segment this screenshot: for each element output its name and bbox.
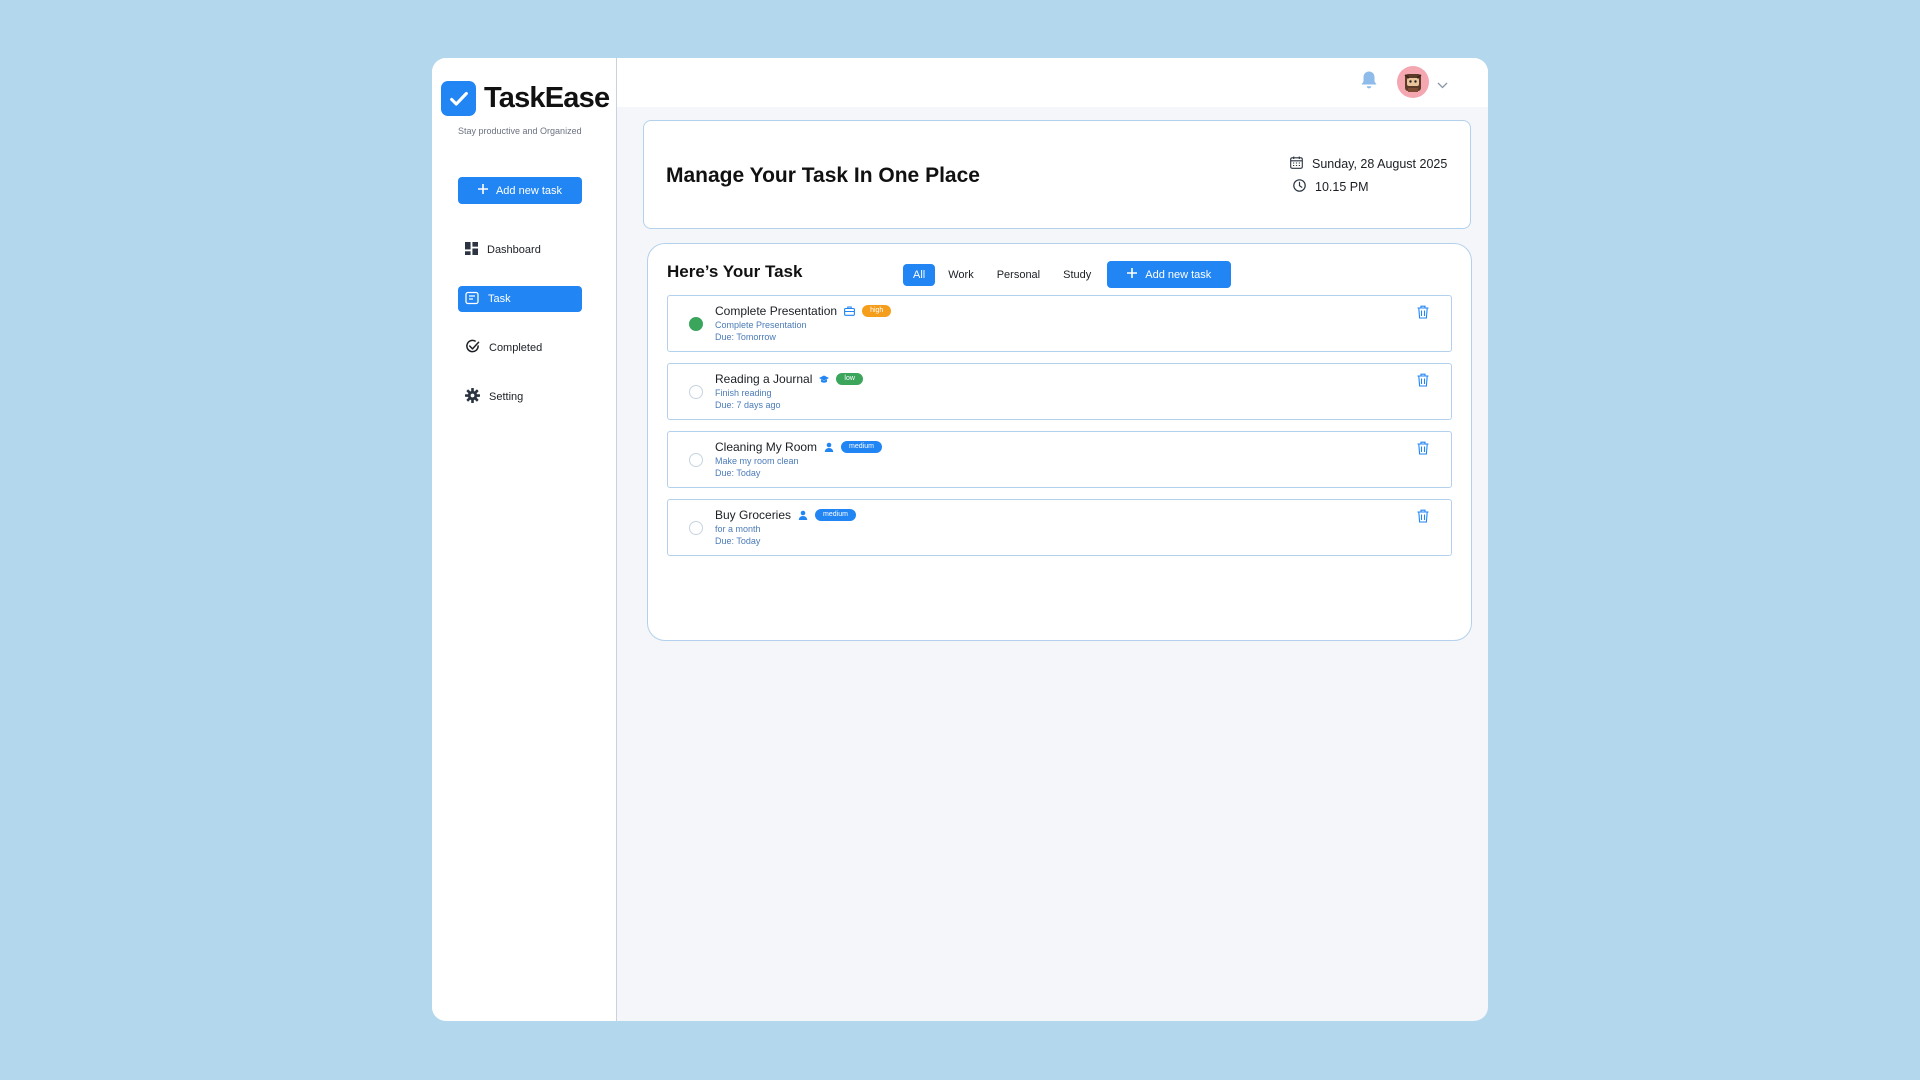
tasks-heading: Here’s Your Task [667,262,803,281]
trash-icon[interactable] [1417,305,1429,324]
main-content: Manage Your Task In One Place Sunday, 28… [617,58,1488,1021]
task-info: Complete Presentation high Complete Pres… [715,304,892,342]
task-description: Make my room clean [715,456,799,466]
person-icon [798,510,808,520]
task-row[interactable]: Buy Groceries medium for a month Due: To… [667,499,1452,556]
task-due: Due: Today [715,468,761,478]
tasks-panel: Here’s Your Task All Work Personal Study… [647,243,1472,641]
logo: TaskEase [441,81,610,116]
plus-icon [1127,268,1138,281]
task-checkbox[interactable] [689,317,703,331]
app-window: TaskEase Stay productive and Organized A… [432,58,1488,1021]
priority-badge: low [836,373,863,385]
check-circle-icon [465,339,480,357]
task-title-line: Complete Presentation high [715,304,892,318]
page-title: Manage Your Task In One Place [666,164,980,187]
plus-icon [477,184,488,197]
logo-check-icon [441,81,476,116]
app-tagline: Stay productive and Organized [458,126,582,136]
add-task-label: Add new task [1145,268,1212,281]
briefcase-icon [844,306,856,316]
header-card: Manage Your Task In One Place Sunday, 28… [643,120,1471,229]
priority-badge: medium [841,441,882,453]
chevron-down-icon[interactable] [1437,76,1448,94]
sidebar-item-dashboard[interactable]: Dashboard [458,237,582,263]
task-list: Complete Presentation high Complete Pres… [667,295,1452,567]
filter-personal[interactable]: Personal [987,264,1050,286]
task-due: Due: Tomorrow [715,332,776,342]
task-row[interactable]: Complete Presentation high Complete Pres… [667,295,1452,352]
sidebar-item-label: Task [488,293,511,305]
task-icon [465,291,479,308]
task-title-line: Cleaning My Room medium [715,440,882,454]
task-title: Reading a Journal [715,372,813,386]
task-row[interactable]: Reading a Journal low Finish reading Due… [667,363,1452,420]
task-filter-bar: All Work Personal Study Add new task [903,261,1232,288]
calendar-icon [1290,156,1303,172]
task-title-line: Buy Groceries medium [715,508,856,522]
filter-all[interactable]: All [903,263,936,286]
sidebar-nav: Dashboard Task Completed Setting [458,237,582,433]
time-text: 10.15 PM [1315,180,1369,194]
filter-work[interactable]: Work [938,264,983,286]
task-title: Buy Groceries [715,508,792,522]
dashboard-icon [465,242,478,258]
task-checkbox[interactable] [689,453,703,467]
gear-icon [465,388,480,406]
task-description: Complete Presentation [715,320,807,330]
trash-icon[interactable] [1417,441,1429,460]
sidebar-item-label: Dashboard [487,244,541,256]
user-avatar[interactable] [1397,66,1429,98]
current-time: 10.15 PM [1293,179,1369,195]
sidebar-item-setting[interactable]: Setting [458,384,582,410]
task-title: Cleaning My Room [715,440,818,454]
task-checkbox[interactable] [689,521,703,535]
task-info: Reading a Journal low Finish reading Due… [715,372,863,410]
clock-icon [1293,179,1306,195]
sidebar-add-task-button[interactable]: Add new task [458,177,582,204]
top-bar [617,58,1488,107]
current-date: Sunday, 28 August 2025 [1290,156,1447,172]
trash-icon[interactable] [1417,509,1429,528]
filter-study[interactable]: Study [1053,264,1101,286]
priority-badge: medium [815,509,856,521]
sidebar-add-task-label: Add new task [495,184,563,197]
task-row[interactable]: Cleaning My Room medium Make my room cle… [667,431,1452,488]
graduation-cap-icon [819,375,830,384]
person-icon [824,442,834,452]
task-checkbox[interactable] [689,385,703,399]
sidebar-item-completed[interactable]: Completed [458,335,582,361]
task-description: Finish reading [715,388,772,398]
sidebar-item-label: Completed [489,342,543,354]
trash-icon[interactable] [1417,373,1429,392]
task-title-line: Reading a Journal low [715,372,863,386]
task-description: for a month [715,524,761,534]
task-title: Complete Presentation [715,304,838,318]
date-text: Sunday, 28 August 2025 [1312,157,1448,171]
task-due: Due: 7 days ago [715,400,781,410]
task-info: Cleaning My Room medium Make my room cle… [715,440,882,478]
sidebar-item-label: Setting [489,391,524,403]
sidebar: TaskEase Stay productive and Organized A… [432,58,617,1021]
task-info: Buy Groceries medium for a month Due: To… [715,508,856,546]
priority-badge: high [862,305,892,317]
app-name: TaskEase [484,82,610,114]
notification-bell-icon[interactable] [1360,70,1378,95]
task-due: Due: Today [715,536,761,546]
sidebar-item-task[interactable]: Task [458,286,582,312]
add-task-button[interactable]: Add new task [1107,261,1232,288]
